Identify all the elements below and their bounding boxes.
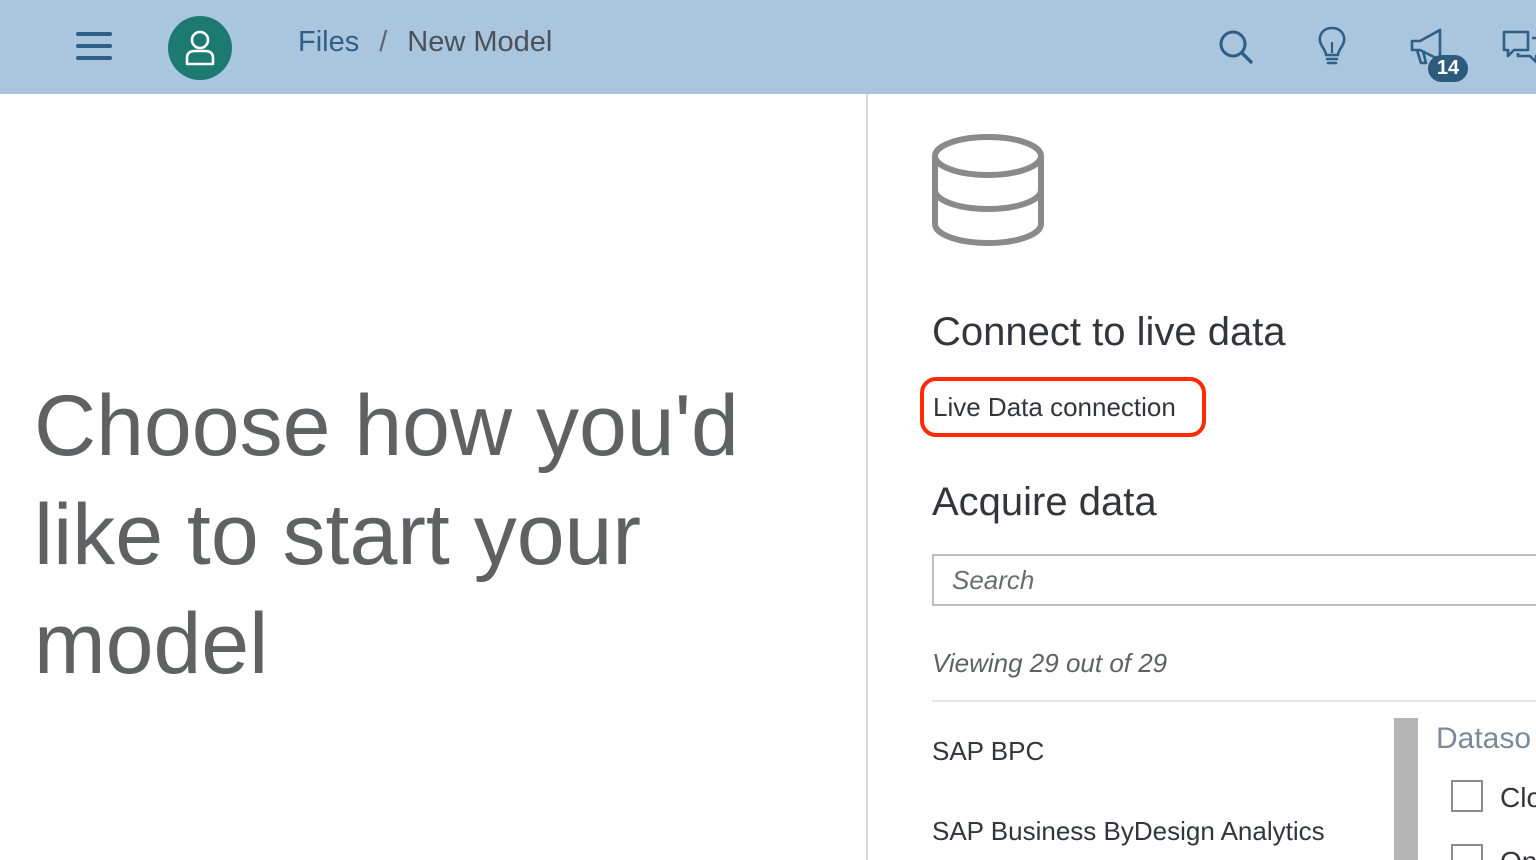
breadcrumb-current: New Model (407, 26, 553, 58)
breadcrumb-separator: / (379, 26, 388, 58)
chat-icon[interactable] (1500, 22, 1536, 72)
filter-checkbox[interactable] (1451, 780, 1483, 812)
avatar[interactable] (168, 16, 232, 80)
shell-header: Files / New Model 14 (0, 0, 1536, 94)
result-count: Viewing 29 out of 29 (932, 648, 1168, 678)
notification-badge: 14 (1428, 55, 1468, 82)
list-item[interactable]: SAP Business ByDesign Analytics (932, 816, 1325, 847)
list-divider (932, 700, 1536, 702)
search-icon[interactable] (1214, 22, 1258, 72)
search-input[interactable] (932, 554, 1536, 606)
filter-checkbox-label: On (1500, 846, 1536, 860)
list-item[interactable]: SAP BPC (932, 736, 1044, 767)
data-source-panel: Connect to live data Live Data connectio… (868, 94, 1536, 860)
lightbulb-icon[interactable] (1310, 22, 1354, 72)
user-icon (185, 30, 215, 66)
live-data-connection-label: Live Data connection (933, 392, 1176, 422)
live-data-connection-link[interactable]: Live Data connection (920, 377, 1206, 437)
scrollbar[interactable] (1394, 718, 1418, 860)
filter-checkbox-label: Clo (1500, 782, 1536, 813)
filter-checkbox[interactable] (1451, 844, 1483, 860)
page-title: Choose how you'd like to start your mode… (34, 378, 739, 692)
acquire-data-title: Acquire data (932, 480, 1157, 524)
datasource-filter-header: Dataso (1436, 722, 1532, 755)
breadcrumb: Files / New Model (298, 26, 552, 59)
database-icon (930, 132, 1046, 253)
menu-icon[interactable] (70, 24, 118, 68)
breadcrumb-files-link[interactable]: Files (298, 26, 359, 59)
intro-panel: Choose how you'd like to start your mode… (0, 94, 866, 860)
live-data-title: Connect to live data (932, 310, 1286, 354)
